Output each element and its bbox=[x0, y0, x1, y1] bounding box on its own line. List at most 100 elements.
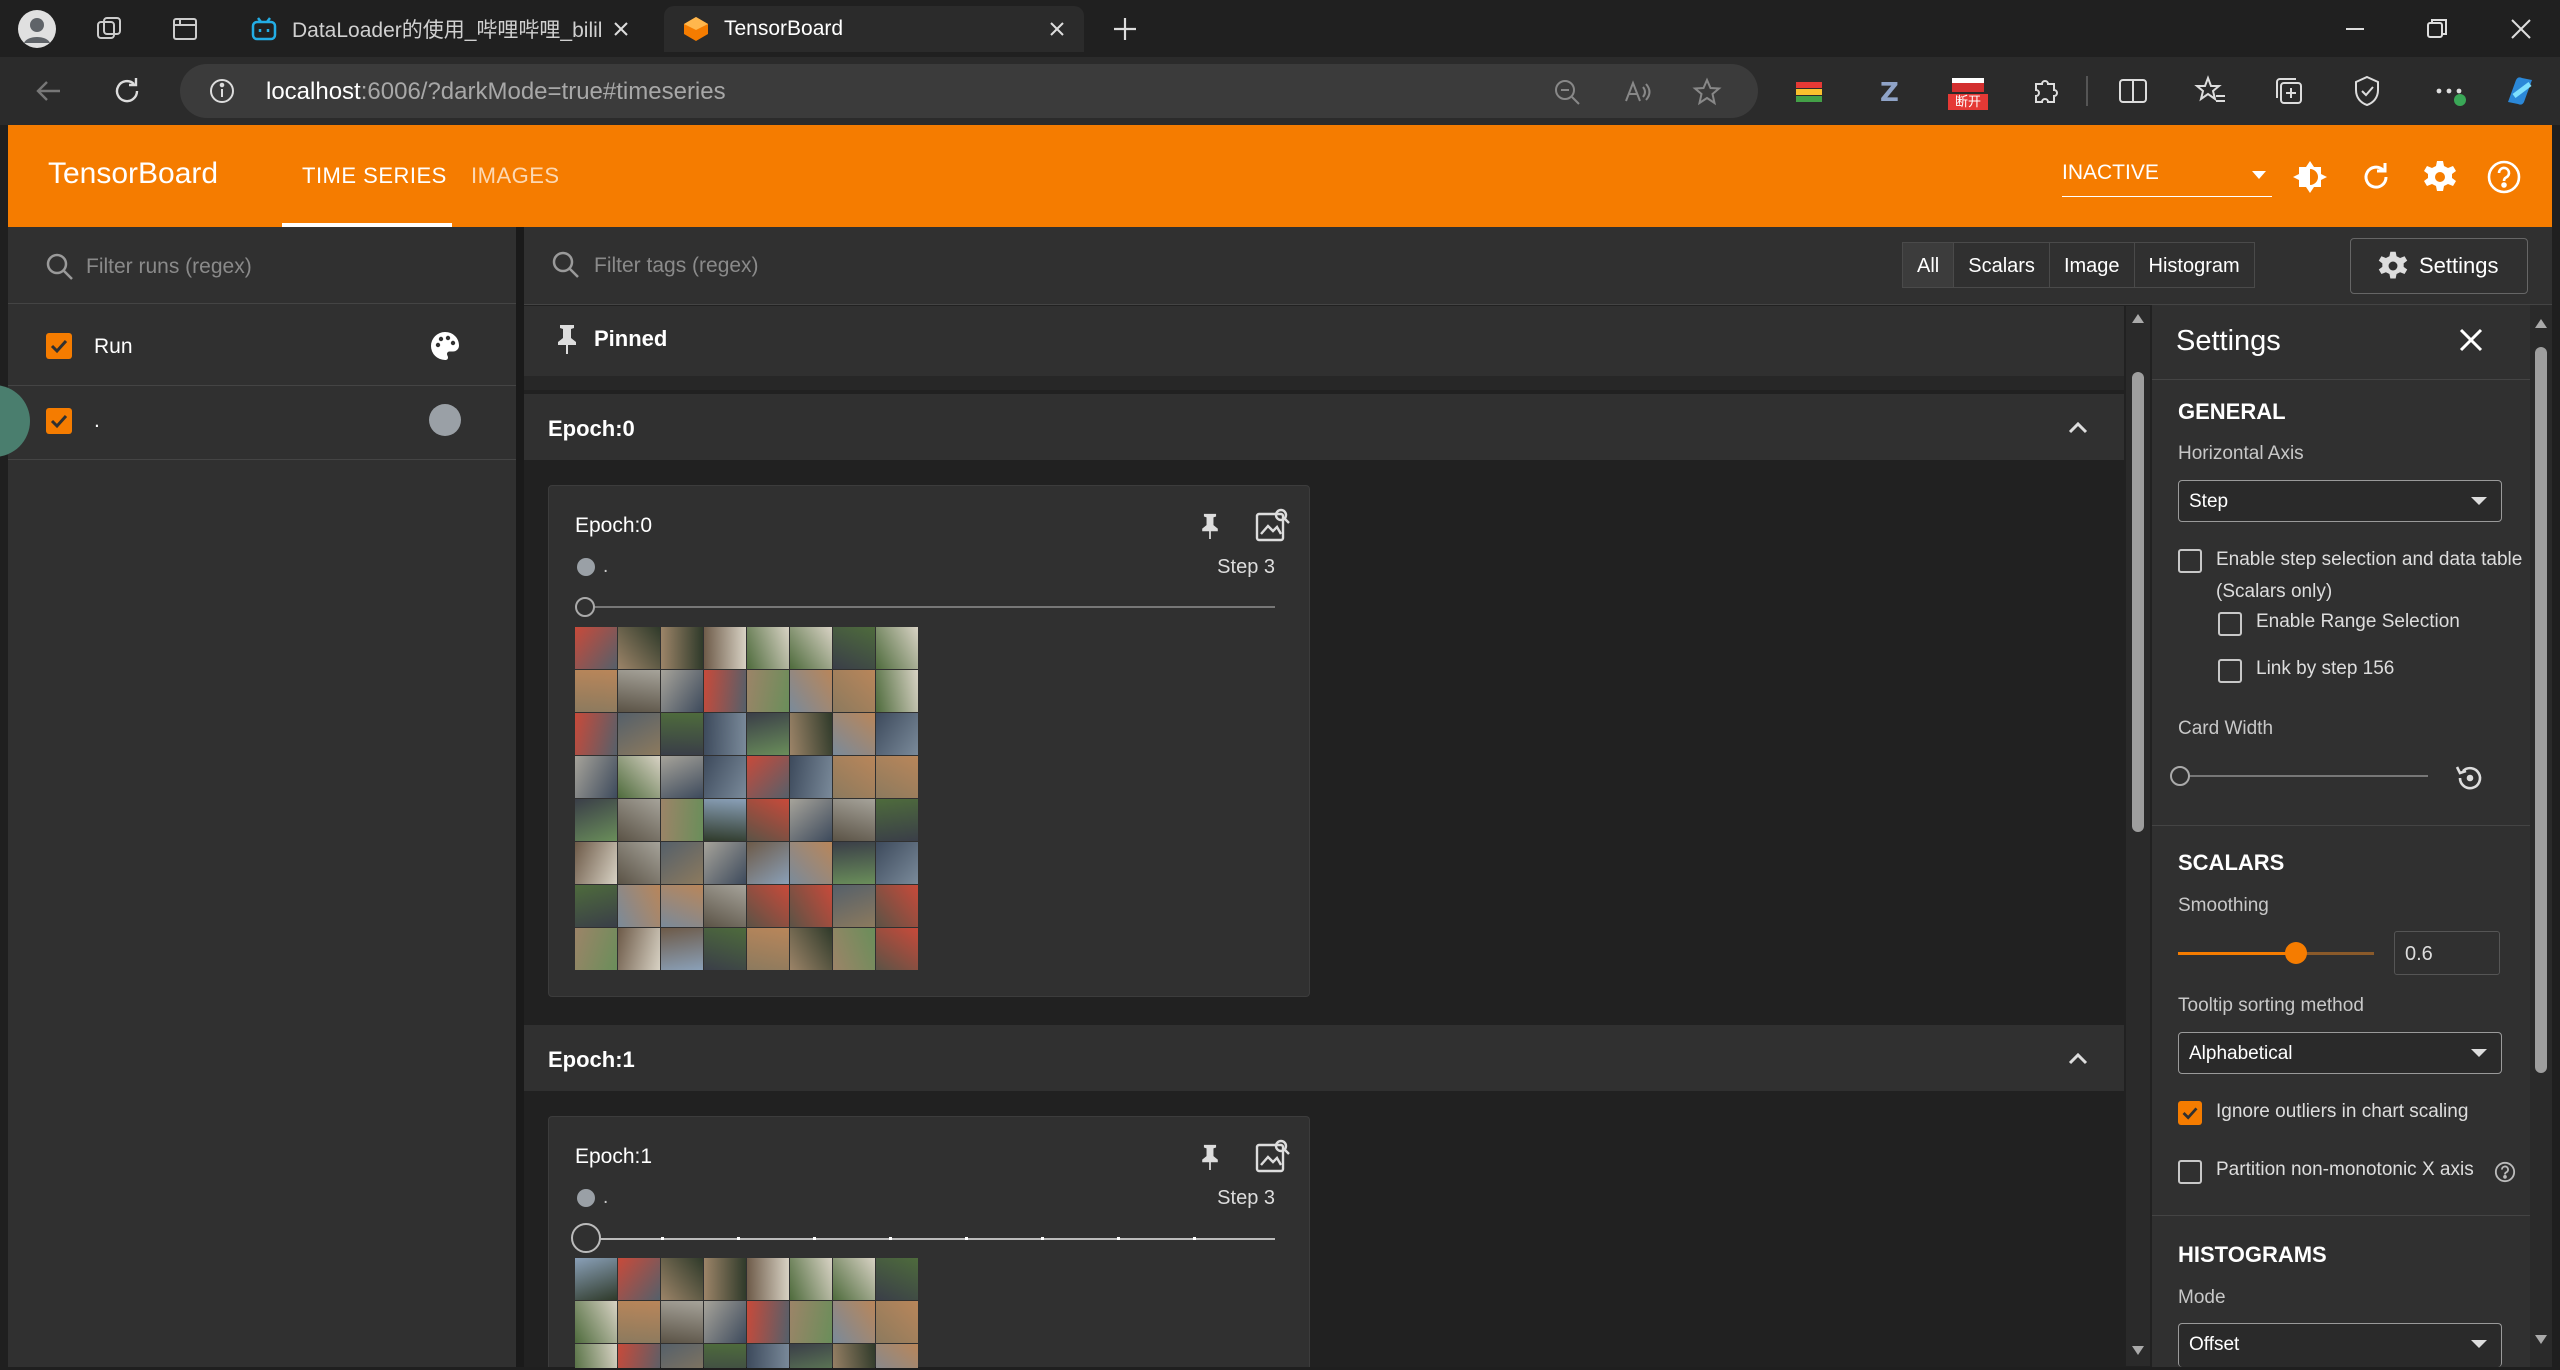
profile-avatar-icon[interactable] bbox=[18, 10, 56, 48]
address-bar[interactable]: localhost:6006/?darkMode=true#timeseries bbox=[180, 64, 1758, 118]
books-extension-icon[interactable] bbox=[1792, 74, 1826, 108]
scrollbar-thumb[interactable] bbox=[2132, 372, 2144, 832]
image-thumbnail bbox=[704, 670, 746, 712]
gear-icon[interactable] bbox=[2422, 159, 2458, 195]
image-thumbnail bbox=[876, 670, 918, 712]
chevron-up-icon[interactable] bbox=[2064, 416, 2092, 440]
smoothing-slider[interactable] bbox=[2178, 942, 2374, 964]
close-tab-icon[interactable] bbox=[608, 16, 634, 42]
horizontal-axis-select[interactable]: Step bbox=[2178, 480, 2502, 522]
select-all-runs-checkbox[interactable] bbox=[46, 333, 72, 359]
scroll-up-icon[interactable] bbox=[2132, 314, 2144, 323]
site-info-icon[interactable] bbox=[208, 77, 236, 105]
tensorboard-logo[interactable]: TensorBoard bbox=[48, 157, 218, 191]
back-icon[interactable] bbox=[32, 74, 66, 108]
filter-image-button[interactable]: Image bbox=[2050, 243, 2135, 287]
collections-icon[interactable] bbox=[2272, 74, 2306, 108]
tab-actions-icon[interactable] bbox=[170, 14, 200, 44]
palette-icon[interactable] bbox=[428, 329, 462, 363]
step-slider-thumb[interactable] bbox=[575, 597, 595, 617]
settings-button[interactable]: Settings bbox=[2350, 238, 2528, 294]
settings-scrollbar[interactable] bbox=[2530, 305, 2552, 1367]
main-scrollbar[interactable] bbox=[2126, 306, 2150, 1366]
copilot-icon[interactable] bbox=[2500, 74, 2540, 108]
filter-all-button[interactable]: All bbox=[1903, 243, 1955, 287]
scroll-down-icon[interactable] bbox=[2535, 1335, 2547, 1344]
pin-card-icon[interactable] bbox=[1197, 510, 1223, 542]
step-slider-thumb[interactable] bbox=[571, 1223, 601, 1253]
toggle-actual-size-icon[interactable] bbox=[1253, 506, 1291, 544]
range-selection-checkbox[interactable] bbox=[2218, 612, 2242, 636]
url-text[interactable]: localhost:6006/?darkMode=true#timeseries bbox=[266, 78, 726, 106]
image-thumbnail bbox=[704, 756, 746, 798]
link-by-step-checkbox[interactable] bbox=[2218, 659, 2242, 683]
ignore-outliers-checkbox[interactable] bbox=[2178, 1101, 2202, 1125]
step-slider[interactable] bbox=[585, 606, 1275, 608]
close-window-icon[interactable] bbox=[2506, 14, 2536, 44]
minimize-icon[interactable] bbox=[2340, 14, 2370, 44]
panel-resizer[interactable] bbox=[516, 227, 524, 1367]
histogram-mode-select[interactable]: Offset bbox=[2178, 1323, 2502, 1367]
tab-tensorboard[interactable]: TensorBoard bbox=[664, 6, 1084, 52]
help-icon[interactable] bbox=[2486, 159, 2522, 195]
scroll-up-icon[interactable] bbox=[2535, 319, 2547, 328]
reload-icon[interactable] bbox=[2358, 159, 2394, 195]
close-icon[interactable] bbox=[2454, 323, 2488, 357]
clapper-extension-icon[interactable]: 断开 bbox=[1946, 74, 1990, 110]
reset-icon[interactable] bbox=[2452, 761, 2486, 795]
group-header-epoch-1[interactable]: Epoch:1 bbox=[524, 1025, 2124, 1091]
new-tab-icon[interactable] bbox=[1110, 14, 1140, 44]
smoothing-input[interactable]: 0.6 bbox=[2394, 931, 2500, 975]
chevron-up-icon[interactable] bbox=[2064, 1047, 2092, 1071]
tab-images[interactable]: IMAGES bbox=[471, 163, 560, 189]
run-checkbox[interactable] bbox=[46, 408, 72, 434]
divider bbox=[8, 459, 516, 460]
scroll-down-icon[interactable] bbox=[2132, 1346, 2144, 1355]
more-options-icon[interactable] bbox=[2432, 74, 2466, 108]
help-icon[interactable] bbox=[2494, 1161, 2516, 1183]
group-header-epoch-0[interactable]: Epoch:0 bbox=[524, 394, 2124, 460]
divider bbox=[2152, 379, 2530, 380]
tensorboard-header: TensorBoard TIME SERIES IMAGES INACTIVE bbox=[8, 125, 2552, 227]
image-thumbnail bbox=[790, 1301, 832, 1343]
card-width-thumb[interactable] bbox=[2170, 766, 2190, 786]
split-screen-icon[interactable] bbox=[2116, 74, 2150, 108]
partition-x-axis-checkbox[interactable] bbox=[2178, 1160, 2202, 1184]
z-extension-icon[interactable]: Z bbox=[1872, 74, 1906, 108]
plugin-status-select[interactable]: INACTIVE bbox=[2062, 161, 2272, 197]
scrollbar-thumb[interactable] bbox=[2535, 347, 2547, 1073]
dark-mode-icon[interactable] bbox=[2292, 159, 2328, 195]
tooltip-sorting-select[interactable]: Alphabetical bbox=[2178, 1032, 2502, 1074]
favorites-icon[interactable] bbox=[2194, 74, 2228, 108]
image-thumbnail bbox=[747, 670, 789, 712]
filter-histogram-button[interactable]: Histogram bbox=[2135, 243, 2254, 287]
tab-bilibili[interactable]: DataLoader的使用_哔哩哔哩_bilil bbox=[236, 6, 656, 52]
read-aloud-icon[interactable] bbox=[1622, 77, 1652, 107]
section-spacer bbox=[524, 376, 2124, 390]
close-tab-icon[interactable] bbox=[1044, 16, 1070, 42]
refresh-icon[interactable] bbox=[110, 74, 144, 108]
filter-scalars-button[interactable]: Scalars bbox=[1954, 243, 2050, 287]
filter-tags-input[interactable]: Filter tags (regex) bbox=[594, 254, 759, 278]
toolbar-divider bbox=[2086, 76, 2088, 106]
smoothing-slider-thumb[interactable] bbox=[2284, 942, 2307, 964]
image-thumbnail bbox=[618, 885, 660, 927]
filter-runs-input[interactable]: Filter runs (regex) bbox=[86, 255, 252, 279]
extensions-puzzle-icon[interactable] bbox=[2028, 74, 2062, 108]
zoom-out-icon[interactable] bbox=[1552, 77, 1582, 107]
restore-icon[interactable] bbox=[2422, 14, 2452, 44]
svg-text:Z: Z bbox=[1880, 78, 1899, 108]
favorite-star-icon[interactable] bbox=[1692, 77, 1722, 107]
gear-icon bbox=[2377, 250, 2409, 282]
workspaces-icon[interactable] bbox=[94, 14, 124, 44]
image-thumbnail bbox=[876, 627, 918, 669]
pinned-label: Pinned bbox=[594, 326, 668, 351]
tab-time-series[interactable]: TIME SERIES bbox=[302, 163, 447, 189]
step-selection-checkbox[interactable] bbox=[2178, 549, 2202, 573]
card-width-slider[interactable] bbox=[2178, 775, 2428, 777]
slider-tick bbox=[889, 1237, 892, 1240]
toggle-actual-size-icon[interactable] bbox=[1253, 1137, 1291, 1175]
pin-card-icon[interactable] bbox=[1197, 1141, 1223, 1173]
browser-essentials-icon[interactable] bbox=[2350, 74, 2384, 108]
run-color-swatch[interactable] bbox=[429, 404, 461, 436]
